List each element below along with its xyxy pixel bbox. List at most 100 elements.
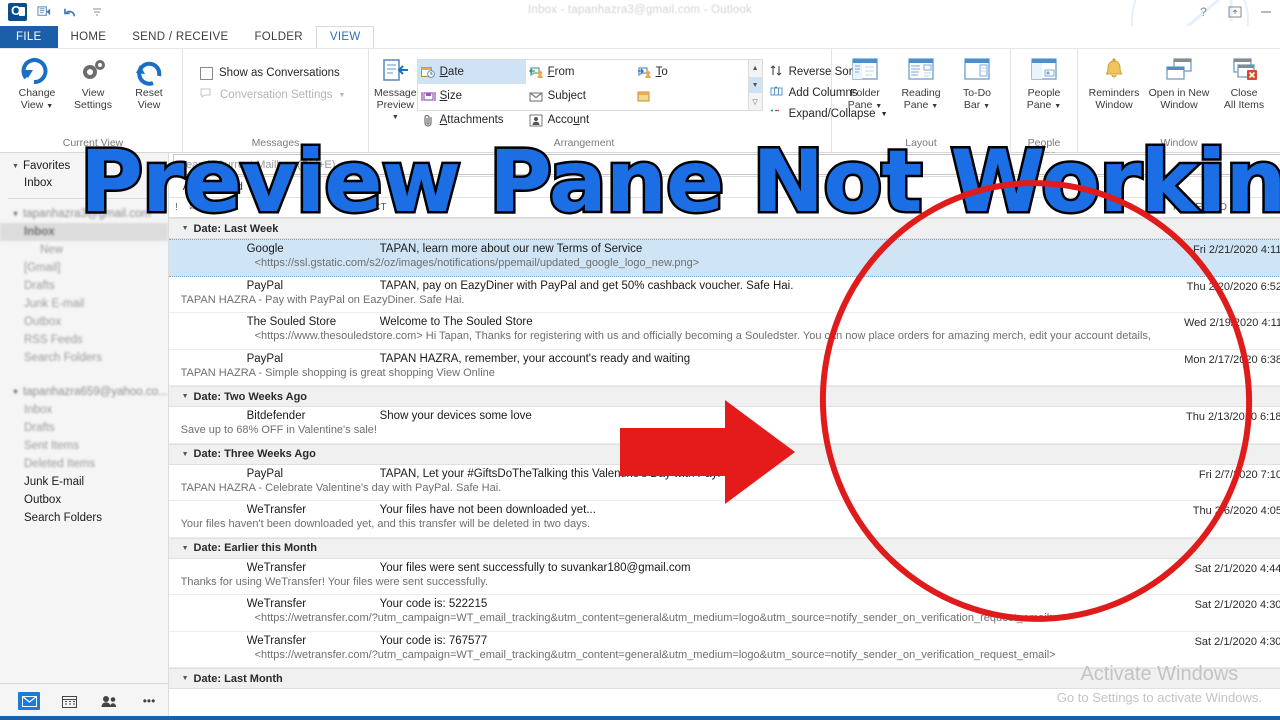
gallery-scroll-down-icon[interactable]: ▼ — [748, 76, 762, 94]
filter-all[interactable]: All — [183, 181, 195, 193]
ribbon-tabs[interactable]: FILE HOME SEND / RECEIVE FOLDER VIEW — [0, 26, 1280, 48]
message-row[interactable]: PayPal TAPAN, Let your #GiftsDoTheTalking… — [168, 465, 1280, 501]
sidebar-item-yahoo-junk[interactable]: Junk E-mail — [0, 473, 168, 491]
message-meta: Sat 2/1/2020 4:44 PM48 KB — [1151, 559, 1280, 595]
column-received[interactable]: RECEIVED — [1173, 202, 1280, 213]
arrangement-account[interactable]: Account — [526, 108, 634, 132]
message-row[interactable]: PayPal TAPAN, pay on EazyDiner with PayPa… — [168, 277, 1280, 313]
arrangement-from[interactable]: From — [526, 60, 634, 84]
message-row[interactable]: Bitdefender Show your devices some love Sa… — [168, 407, 1280, 444]
folder-pane-button[interactable]: Folder Pane ▼ — [837, 52, 893, 112]
calendar-nav-icon[interactable] — [58, 692, 80, 710]
message-content: WeTransfer Your files were sent successfu… — [169, 559, 1151, 595]
sidebar-item-gmail-drafts[interactable]: Drafts — [0, 277, 168, 295]
message-received: Sat 2/1/2020 4:44 PM — [1194, 562, 1280, 575]
message-preview-button[interactable]: Message Preview ▼ — [374, 52, 417, 124]
show-as-conversations-checkbox[interactable]: Show as Conversations — [196, 62, 344, 84]
help-icon[interactable]: ? — [1195, 3, 1212, 20]
folder-list[interactable]: ▼ Favorites Inbox ▼ tapanhazra3@gmail.co… — [0, 153, 168, 683]
filter-row[interactable]: All Unread — [168, 177, 1280, 198]
message-row[interactable]: WeTransfer Your code is: 767577 <https://w… — [168, 632, 1280, 668]
sidebar-item-gmail-junk[interactable]: Junk E-mail — [0, 295, 168, 313]
conversation-settings-button[interactable]: Conversation Settings ▼ — [196, 84, 349, 106]
column-subject[interactable]: SUBJECT — [339, 202, 1173, 213]
message-group-label: Date: Two Weeks Ago — [193, 390, 308, 403]
message-from: The Souled Store — [246, 316, 337, 328]
search-input[interactable]: Search Current Mailbox (Ctrl+E) — [172, 154, 1280, 175]
ribbon-display-options-icon[interactable] — [1226, 3, 1243, 20]
minimize-icon[interactable] — [1257, 3, 1274, 20]
message-rows[interactable]: ▼ Date: Last Week Google TAPAN, learn more … — [168, 218, 1280, 718]
tab-home[interactable]: HOME — [58, 26, 120, 48]
message-group-header[interactable]: ▼ Date: Two Weeks Ago — [168, 386, 1280, 407]
message-row[interactable]: WeTransfer Your code is: 522215 <https://w… — [168, 595, 1280, 632]
message-from: PayPal — [246, 279, 284, 292]
more-nav-icon[interactable]: ••• — [138, 692, 160, 710]
message-meta: Fri 2/7/2020 7:10 AM95 KB — [1151, 465, 1280, 501]
change-view-button[interactable]: Change View ▼ — [9, 52, 65, 112]
sidebar-item-gmail-search-folders[interactable]: Search Folders — [0, 349, 168, 367]
view-settings-button[interactable]: View Settings — [65, 52, 121, 111]
filter-unread[interactable]: Unread — [207, 181, 243, 193]
open-in-new-window-button[interactable]: Open in New Window — [1145, 52, 1213, 111]
message-group-header[interactable]: ▼ Date: Last Month — [168, 668, 1280, 689]
gallery-scroll-up-icon[interactable]: ▲ — [749, 60, 762, 77]
account-header-gmail[interactable]: ▼ tapanhazra3@gmail.com — [0, 205, 168, 223]
arrangement-attachments[interactable]: Attachments — [418, 108, 526, 132]
tab-folder[interactable]: FOLDER — [241, 26, 315, 48]
column-headers[interactable]: ! ✉ FROM SUBJECT RECEIVED SIZE ⚑ — [168, 198, 1280, 218]
arrangement-gallery[interactable]: Date From To Size Subject Attachments Ac… — [416, 59, 749, 127]
arrangement-to[interactable]: To — [634, 60, 742, 84]
arrangement-categories[interactable] — [634, 84, 742, 108]
tab-view[interactable]: VIEW — [315, 26, 375, 48]
message-row[interactable]: The Souled Store Welcome to The Souled St… — [168, 313, 1280, 350]
arrangement-gallery-scroll[interactable]: ▲ ▼ ▽ — [748, 59, 763, 111]
message-row[interactable]: Google TAPAN, learn more about our new Te… — [168, 239, 1280, 277]
account-header-yahoo[interactable]: ▼ tapanhazra659@yahoo.co... — [0, 383, 168, 401]
tab-file[interactable]: FILE — [0, 26, 58, 48]
change-view-icon — [20, 56, 54, 86]
message-group-header[interactable]: ▼ Date: Last Week — [168, 218, 1280, 239]
people-pane-button[interactable]: People Pane ▼ — [1016, 52, 1072, 112]
message-row[interactable]: WeTransfer Your files were sent successfu… — [168, 559, 1280, 595]
reading-pane-button[interactable]: Reading Pane ▼ — [893, 52, 949, 112]
reminders-window-button[interactable]: Reminders Window — [1083, 52, 1145, 111]
column-icon[interactable]: ✉ — [185, 202, 203, 213]
arrangement-date[interactable]: Date — [417, 60, 526, 84]
window-controls[interactable]: ? — [1195, 3, 1274, 20]
chevron-down-icon: ▼ — [338, 91, 346, 99]
mail-nav-icon[interactable] — [18, 692, 40, 710]
gallery-more-icon[interactable]: ▽ — [749, 93, 762, 110]
sidebar-item-yahoo-deleted[interactable]: Deleted Items — [0, 455, 168, 473]
sidebar-item-yahoo-sent[interactable]: Sent Items — [0, 437, 168, 455]
message-group-header[interactable]: ▼ Date: Earlier this Month — [168, 537, 1280, 559]
message-row[interactable]: PayPal TAPAN HAZRA, remember, your accoun… — [168, 350, 1280, 386]
reset-view-button[interactable]: Reset View — [121, 52, 177, 111]
arrangement-subject[interactable]: Subject — [526, 84, 634, 108]
sidebar-item-yahoo-search-folders[interactable]: Search Folders — [0, 509, 168, 527]
module-navigation-bar[interactable]: ••• — [0, 683, 168, 718]
close-all-items-button[interactable]: Close All Items — [1213, 52, 1275, 111]
sidebar-item-gmail-inbox[interactable]: Inbox — [0, 223, 168, 241]
message-content: PayPal TAPAN, pay on EazyDiner with PayPa… — [169, 277, 1151, 313]
message-row[interactable]: WeTransfer Your files have not been downl… — [168, 501, 1280, 538]
sidebar-item-yahoo-drafts[interactable]: Drafts — [0, 419, 168, 437]
arrangement-from-label: From — [547, 66, 575, 78]
people-nav-icon[interactable] — [98, 692, 120, 710]
sidebar-item-gmail-rss[interactable]: RSS Feeds — [0, 331, 168, 349]
tab-send-receive[interactable]: SEND / RECEIVE — [119, 26, 241, 48]
sidebar-item-gmail-new[interactable]: New — [0, 241, 168, 259]
to-do-bar-button[interactable]: To-Do Bar ▼ — [949, 52, 1005, 112]
view-settings-icon — [77, 56, 109, 86]
collapse-triangle-icon: ▼ — [181, 225, 189, 232]
sidebar-item-favorites-inbox[interactable]: Inbox — [0, 174, 168, 192]
column-from[interactable]: FROM — [203, 202, 339, 213]
column-importance[interactable]: ! — [169, 202, 185, 213]
favorites-header[interactable]: ▼ Favorites — [0, 158, 168, 174]
message-group-header[interactable]: ▼ Date: Three Weeks Ago — [168, 443, 1280, 465]
sidebar-item-gmail-gmail-folder[interactable]: [Gmail] — [0, 259, 168, 277]
sidebar-item-yahoo-inbox[interactable]: Inbox — [0, 401, 168, 419]
sidebar-item-yahoo-outbox[interactable]: Outbox — [0, 491, 168, 509]
sidebar-item-gmail-outbox[interactable]: Outbox — [0, 313, 168, 331]
arrangement-size[interactable]: Size — [418, 84, 526, 108]
